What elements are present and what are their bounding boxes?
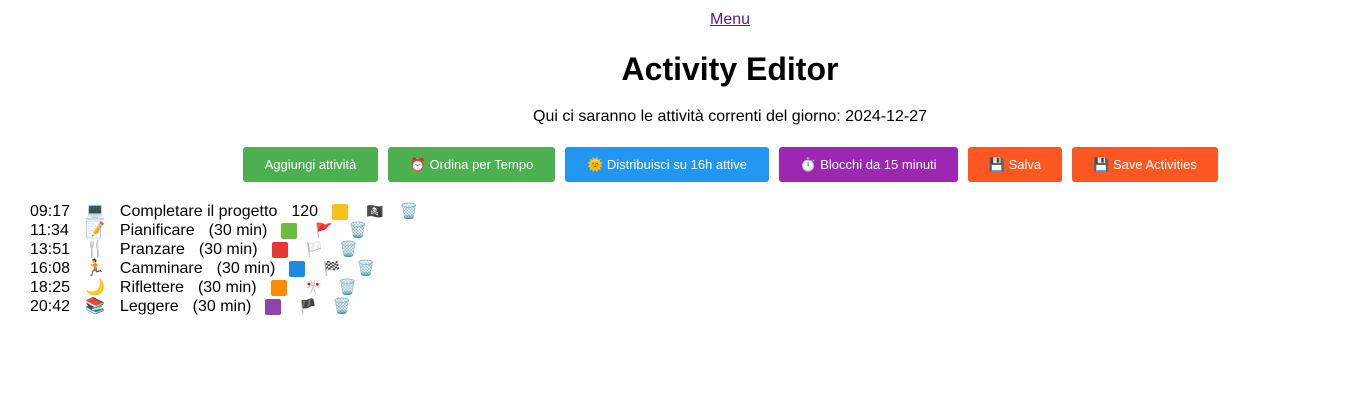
activity-row: 16:08 🏃 Camminare (30 min) 🏁 🗑️ bbox=[30, 259, 418, 278]
pirate-flag-icon[interactable]: 🏴‍☠️ bbox=[366, 202, 383, 221]
activity-duration[interactable]: 120 bbox=[291, 202, 318, 221]
runner-icon: 🏃 bbox=[85, 260, 105, 277]
activity-list: 09:17 💻 Completare il progetto 120 🏴‍☠️ … bbox=[30, 202, 418, 316]
save-button[interactable]: 💾 Salva bbox=[968, 147, 1062, 182]
activity-time: 13:51 bbox=[30, 241, 71, 258]
crossed-flags-icon[interactable]: 🎌 bbox=[305, 278, 322, 297]
fork-knife-icon: 🍴 bbox=[85, 241, 105, 258]
white-flag-icon[interactable]: 🏳️ bbox=[306, 240, 323, 259]
activity-time: 11:34 bbox=[30, 222, 69, 239]
trash-icon[interactable]: 🗑️ bbox=[333, 297, 352, 316]
activity-time: 18:25 bbox=[30, 279, 71, 296]
activity-duration[interactable]: (30 min) bbox=[209, 221, 268, 240]
sort-by-time-button[interactable]: ⏰ Ordina per Tempo bbox=[388, 147, 555, 182]
color-swatch[interactable] bbox=[289, 260, 306, 277]
blocks-15-min-button[interactable]: ⏱️ Blocchi da 15 minuti bbox=[779, 147, 958, 182]
activity-duration[interactable]: (30 min) bbox=[198, 278, 257, 297]
add-activity-button[interactable]: Aggiungi attività bbox=[243, 147, 378, 182]
menu-link[interactable]: Menu bbox=[0, 11, 1350, 29]
activity-name[interactable]: Riflettere bbox=[120, 278, 184, 297]
activity-row: 09:17 💻 Completare il progetto 120 🏴‍☠️ … bbox=[30, 202, 418, 221]
laptop-icon: 💻 bbox=[85, 203, 105, 220]
activity-name[interactable]: Pranzare bbox=[120, 240, 185, 259]
activity-time: 16:08 bbox=[30, 260, 71, 277]
black-flag-icon[interactable]: 🏴 bbox=[299, 297, 316, 316]
activity-row: 18:25 🌙 Riflettere (30 min) 🎌 🗑️ bbox=[30, 278, 418, 297]
activity-row: 11:34 📝 Pianificare (30 min) 🚩 🗑️ bbox=[30, 221, 418, 240]
trash-icon[interactable]: 🗑️ bbox=[339, 240, 358, 259]
trash-icon[interactable]: 🗑️ bbox=[399, 202, 418, 221]
activity-name[interactable]: Camminare bbox=[120, 259, 203, 278]
activity-duration[interactable]: (30 min) bbox=[217, 259, 276, 278]
checkered-flag-icon[interactable]: 🏁 bbox=[323, 259, 340, 278]
moon-icon: 🌙 bbox=[85, 279, 105, 296]
distribute-16h-button[interactable]: 🌞 Distribuisci su 16h attive bbox=[565, 147, 769, 182]
save-activities-button[interactable]: 💾 Save Activities bbox=[1072, 147, 1218, 182]
trash-icon[interactable]: 🗑️ bbox=[338, 278, 357, 297]
red-flag-icon[interactable]: 🚩 bbox=[315, 221, 332, 240]
activity-duration[interactable]: (30 min) bbox=[199, 240, 258, 259]
activity-row: 20:42 📚 Leggere (30 min) 🏴 🗑️ bbox=[30, 297, 418, 316]
activity-name[interactable]: Leggere bbox=[120, 297, 179, 316]
activity-row: 13:51 🍴 Pranzare (30 min) 🏳️ 🗑️ bbox=[30, 240, 418, 259]
page: Menu Activity Editor Qui ci saranno le a… bbox=[0, 0, 1350, 411]
color-swatch[interactable] bbox=[281, 222, 298, 239]
activity-name[interactable]: Completare il progetto bbox=[120, 202, 277, 221]
toolbar: Aggiungi attività ⏰ Ordina per Tempo 🌞 D… bbox=[243, 147, 1218, 182]
activity-time: 09:17 bbox=[30, 203, 71, 220]
activity-name[interactable]: Pianificare bbox=[120, 221, 195, 240]
day-subtitle: Qui ci saranno le attività correnti del … bbox=[533, 108, 927, 125]
activity-duration[interactable]: (30 min) bbox=[193, 297, 252, 316]
color-swatch[interactable] bbox=[271, 241, 288, 258]
color-swatch[interactable] bbox=[265, 298, 282, 315]
books-icon: 📚 bbox=[85, 298, 105, 315]
color-swatch[interactable] bbox=[270, 279, 287, 296]
trash-icon[interactable]: 🗑️ bbox=[357, 259, 376, 278]
activity-time: 20:42 bbox=[30, 298, 71, 315]
page-title: Activity Editor bbox=[621, 51, 839, 87]
memo-icon: 📝 bbox=[85, 222, 105, 239]
trash-icon[interactable]: 🗑️ bbox=[349, 221, 368, 240]
color-swatch[interactable] bbox=[332, 203, 349, 220]
